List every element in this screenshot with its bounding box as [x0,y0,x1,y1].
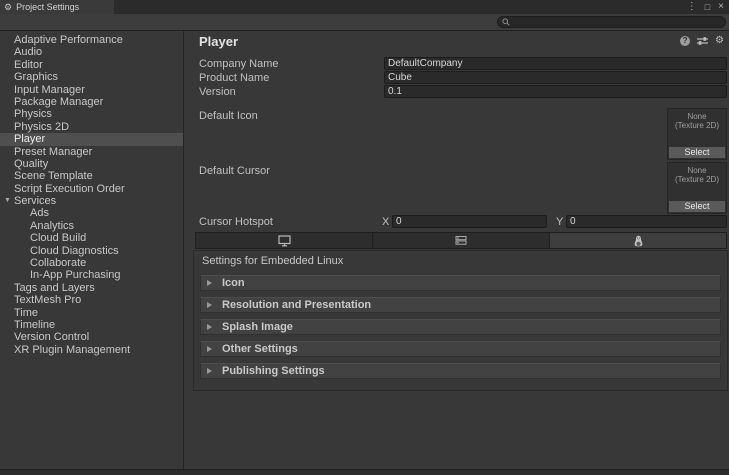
header-icons: ? ⚙ [680,36,724,46]
desktop-icon [278,235,291,247]
sidebar-item-physics-2d[interactable]: Physics 2D [0,121,183,133]
section-publishing-settings[interactable]: Publishing Settings [200,363,721,379]
section-label: Publishing Settings [222,365,325,377]
toolbar [0,14,729,31]
sidebar-item-xr-plugin-management[interactable]: XR Plugin Management [0,344,183,356]
sidebar-item-time[interactable]: Time [0,307,183,319]
sidebar-item-analytics[interactable]: Analytics [0,220,183,232]
platform-tab-embedded-linux[interactable] [550,233,726,248]
section-label: Other Settings [222,343,298,355]
dedicated-server-icon [455,235,467,246]
help-icon[interactable]: ? [680,36,690,46]
section-label: Icon [222,277,245,289]
product-name-field[interactable] [384,71,727,84]
default-cursor-object-field[interactable]: None (Texture 2D) Select [667,162,727,214]
cursor-hotspot-label: Cursor Hotspot [199,216,273,228]
sidebar-item-script-execution-order[interactable]: Script Execution Order [0,183,183,195]
product-name-label: Product Name [199,72,269,84]
section-label: Resolution and Presentation [222,299,371,311]
section-other-settings[interactable]: Other Settings [200,341,721,357]
settings-heading: Settings for Embedded Linux [194,251,727,269]
embedded-linux-penguin-icon [633,235,644,247]
foldout-collapsed-icon [207,280,212,286]
default-icon-object-field[interactable]: None (Texture 2D) Select [667,108,727,160]
sidebar-item-adaptive-performance[interactable]: Adaptive Performance [0,34,183,46]
sidebar-item-ads[interactable]: Ads [0,207,183,219]
platform-tab-desktop[interactable] [196,233,373,248]
default-cursor-none-text: None [668,166,726,175]
version-field[interactable] [384,85,727,98]
section-splash-image[interactable]: Splash Image [200,319,721,335]
settings-category-list: Adaptive PerformanceAudioEditorGraphicsI… [0,31,184,469]
default-icon-label: Default Icon [199,110,258,122]
title-bar: ⚙ Project Settings ⋮ □ × [0,0,729,14]
company-name-label: Company Name [199,58,278,70]
hotspot-y-label: Y [556,216,563,228]
sidebar-item-input-manager[interactable]: Input Manager [0,84,183,96]
search-box[interactable] [497,16,726,28]
foldout-collapsed-icon [207,302,212,308]
default-cursor-select-button[interactable]: Select [669,201,725,212]
sidebar-item-services[interactable]: ▼Services [0,195,183,207]
default-cursor-type-text: (Texture 2D) [668,175,726,184]
default-icon-select-button[interactable]: Select [669,147,725,158]
settings-gear-icon: ⚙ [4,0,12,14]
kebab-menu-icon[interactable]: ⋮ [687,0,697,14]
sidebar-item-editor[interactable]: Editor [0,59,183,71]
window-tab-project-settings[interactable]: ⚙ Project Settings [0,0,114,14]
sidebar-item-textmesh-pro[interactable]: TextMesh Pro [0,294,183,306]
foldout-collapsed-icon [207,346,212,352]
sidebar-item-in-app-purchasing[interactable]: In-App Purchasing [0,269,183,281]
default-icon-none-text: None [668,112,726,121]
sidebar-item-version-control[interactable]: Version Control [0,331,183,343]
player-settings-panel: Player ? ⚙ Company Name Product Name Ver… [184,31,729,469]
platform-tab-bar [195,232,727,249]
window-bottom-edge [0,469,729,475]
sidebar-item-tags-and-layers[interactable]: Tags and Layers [0,282,183,294]
page-title: Player [199,34,238,49]
section-label: Splash Image [222,321,293,333]
foldout-collapsed-icon [207,324,212,330]
window-title: Project Settings [16,2,79,12]
section-icon[interactable]: Icon [200,275,721,291]
sidebar-item-cloud-diagnostics[interactable]: Cloud Diagnostics [0,245,183,257]
sidebar-item-physics[interactable]: Physics [0,108,183,120]
foldout-collapsed-icon [207,368,212,374]
sidebar-item-collaborate[interactable]: Collaborate [0,257,183,269]
sidebar-item-quality[interactable]: Quality [0,158,183,170]
gear-menu-icon[interactable]: ⚙ [715,36,724,46]
sidebar-item-preset-manager[interactable]: Preset Manager [0,146,183,158]
sidebar-item-player[interactable]: Player [0,133,183,145]
sidebar-item-audio[interactable]: Audio [0,46,183,58]
search-icon [502,18,510,26]
company-name-field[interactable] [384,57,727,70]
hotspot-x-label: X [382,216,389,228]
platform-settings-frame: Settings for Embedded Linux Icon Resoluti… [193,250,728,391]
project-settings-window: ⚙ Project Settings ⋮ □ × Adaptive Perfor… [0,0,729,475]
window-controls: ⋮ □ × [687,0,724,14]
sidebar-item-package-manager[interactable]: Package Manager [0,96,183,108]
version-label: Version [199,86,236,98]
sidebar-item-cloud-build[interactable]: Cloud Build [0,232,183,244]
hotspot-y-field[interactable] [566,215,727,228]
sidebar-item-graphics[interactable]: Graphics [0,71,183,83]
foldout-open-icon[interactable]: ▼ [4,195,11,207]
search-input[interactable] [510,17,725,27]
section-resolution-and-presentation[interactable]: Resolution and Presentation [200,297,721,313]
hotspot-x-field[interactable] [392,215,547,228]
maximize-icon[interactable]: □ [705,0,710,14]
platform-tab-dedicated-server[interactable] [373,233,550,248]
default-cursor-label: Default Cursor [199,165,270,177]
default-icon-type-text: (Texture 2D) [668,121,726,130]
sidebar-item-scene-template[interactable]: Scene Template [0,170,183,182]
close-icon[interactable]: × [718,0,724,14]
sidebar-item-timeline[interactable]: Timeline [0,319,183,331]
preset-icon[interactable] [697,36,708,46]
